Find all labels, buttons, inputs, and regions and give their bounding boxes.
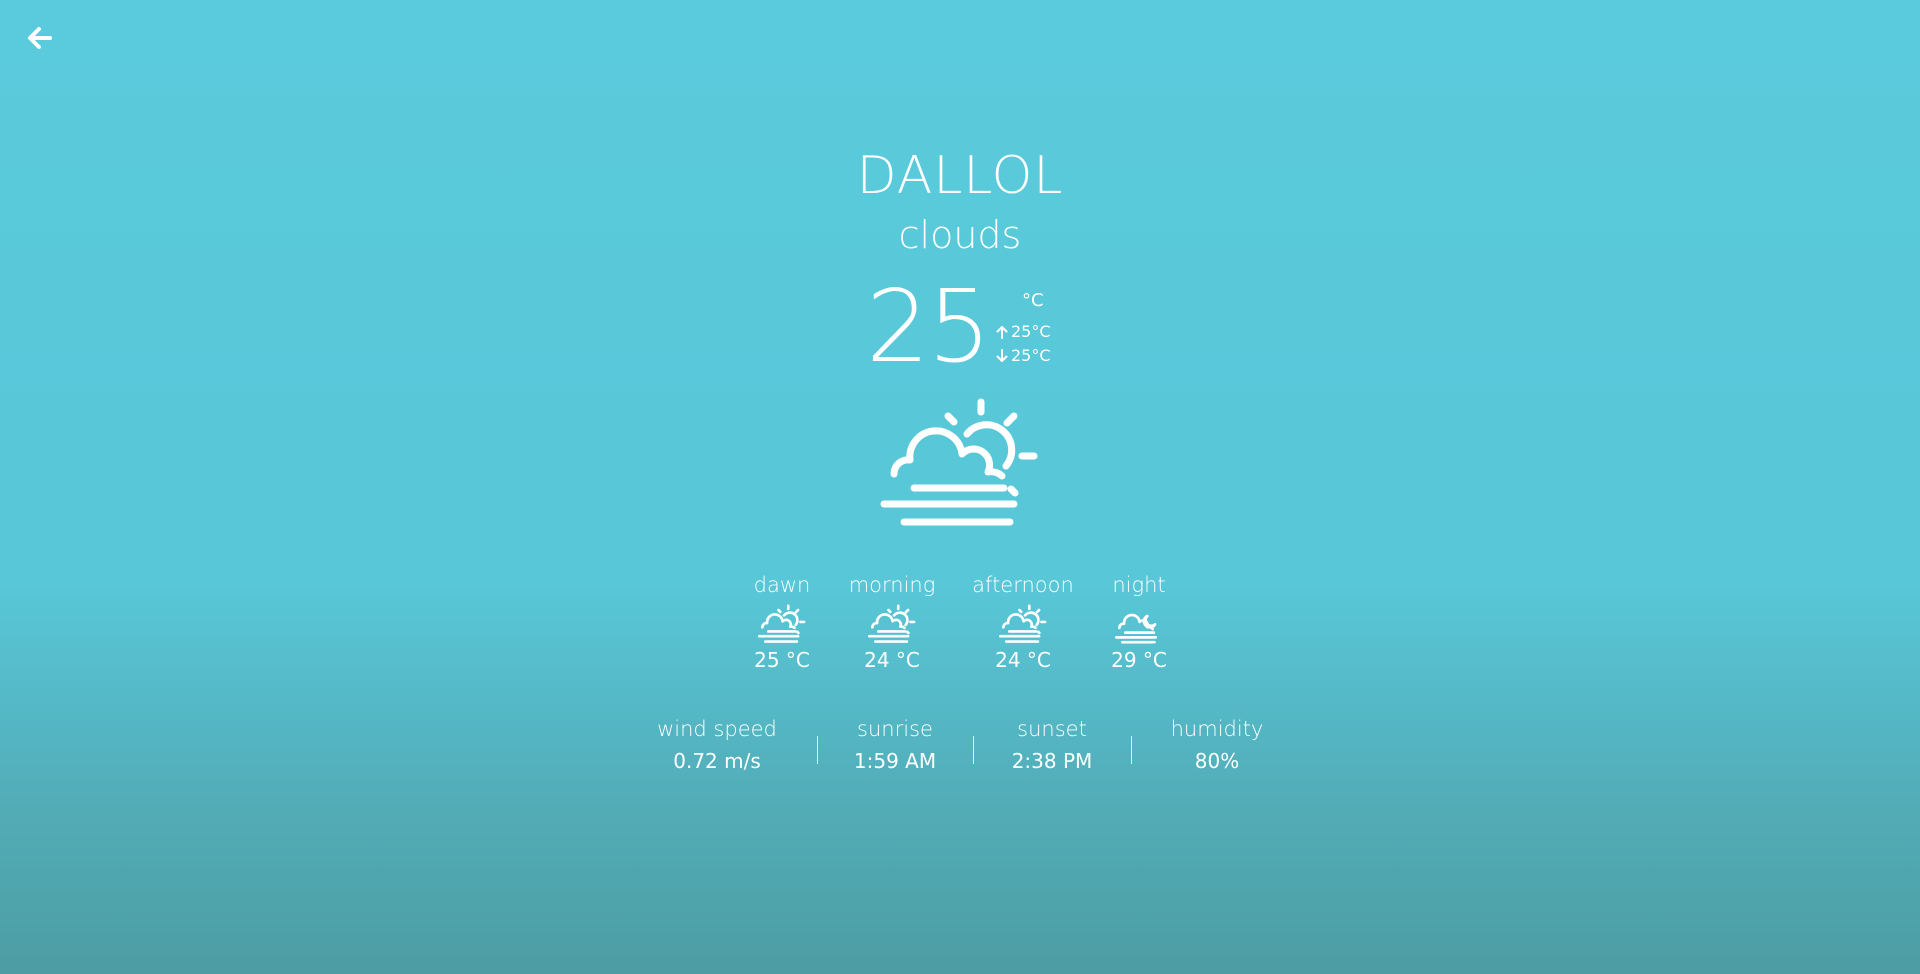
- period-label: afternoon: [972, 573, 1074, 597]
- stat-value: 0.72 m/s: [673, 749, 761, 773]
- cloud-sun-fog-icon: [868, 604, 916, 643]
- max-temperature: 25°C: [996, 322, 1051, 342]
- min-temperature-value: 25°C: [1011, 346, 1051, 365]
- period-afternoon: afternoon 24 °C: [958, 570, 1088, 674]
- min-temperature: 25°C: [996, 346, 1051, 366]
- current-temperature: 25: [866, 268, 991, 385]
- city-name: DALLOL: [856, 146, 1064, 206]
- day-periods: dawn 25 °C morning 24 °C afternoon 24 °C…: [0, 570, 1920, 680]
- stat-sunrise: sunrise 1:59 AM: [820, 714, 970, 776]
- cloud-moon-fog-icon: [1115, 613, 1158, 644]
- stat-value: 1:59 AM: [853, 749, 937, 773]
- stat-label: wind speed: [657, 717, 777, 741]
- temperature-unit: °C: [1022, 290, 1044, 311]
- stat-label: sunrise: [857, 717, 933, 741]
- stat-value: 2:38 PM: [1011, 749, 1093, 773]
- stat-value: 80%: [1194, 749, 1240, 773]
- weather-main: DALLOL clouds 25 °C 25°C 25°C dawn 25 °C…: [0, 0, 1920, 974]
- period-label: morning: [848, 573, 936, 597]
- period-temperature: 24 °C: [995, 648, 1051, 672]
- stat-label: humidity: [1170, 717, 1264, 741]
- cloud-sun-fog-icon: [880, 398, 1038, 526]
- period-night: night 29 °C: [1074, 570, 1204, 674]
- stat-humidity: humidity 80%: [1142, 714, 1292, 776]
- divider: [973, 736, 974, 764]
- weather-stats: wind speed 0.72 m/s sunrise 1:59 AM suns…: [0, 714, 1920, 784]
- period-temperature: 29 °C: [1111, 648, 1167, 672]
- weather-condition: clouds: [898, 213, 1022, 257]
- divider: [1131, 736, 1132, 764]
- divider: [817, 736, 818, 764]
- period-morning: morning 24 °C: [827, 570, 957, 674]
- stat-label: sunset: [1017, 717, 1087, 741]
- stat-wind-speed: wind speed 0.72 m/s: [642, 714, 792, 776]
- stat-sunset: sunset 2:38 PM: [977, 714, 1127, 776]
- arrow-up-icon: [996, 326, 1008, 339]
- arrow-down-icon: [996, 349, 1008, 362]
- cloud-sun-fog-icon: [758, 604, 806, 643]
- period-label: night: [1112, 573, 1166, 597]
- cloud-sun-fog-icon: [999, 604, 1047, 643]
- period-temperature: 24 °C: [864, 648, 920, 672]
- max-temperature-value: 25°C: [1011, 322, 1051, 341]
